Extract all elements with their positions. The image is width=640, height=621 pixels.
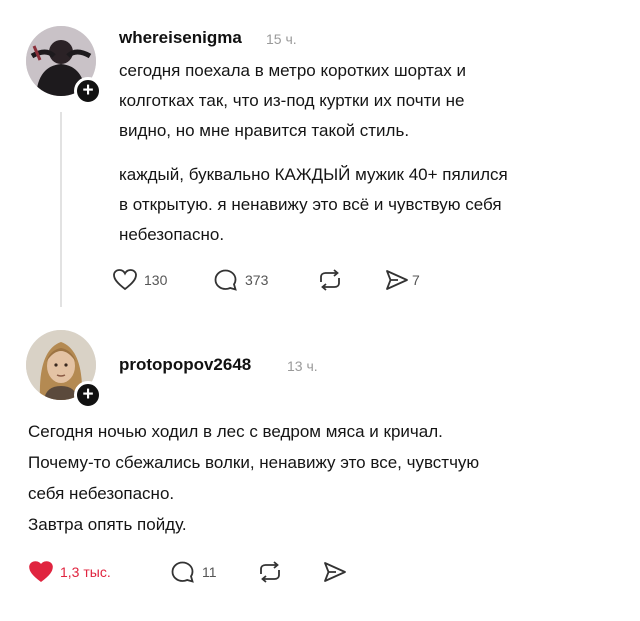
post-text-line: колготках так, что из-под куртки их почт… <box>119 91 465 110</box>
post-text-line: небезопасно. <box>119 225 225 244</box>
post-1: + whereisenigma 15 ч. сегодня поехала в … <box>0 0 640 320</box>
follow-plus-icon[interactable]: + <box>74 77 102 105</box>
like-button[interactable]: 130 <box>112 268 167 292</box>
heart-icon <box>113 269 137 291</box>
timestamp: 13 ч. <box>287 358 318 374</box>
repost-button[interactable] <box>256 560 284 584</box>
like-button[interactable]: 1,3 тыс. <box>28 560 111 584</box>
post-text-line: видно, но мне нравится такой стиль. <box>119 121 410 140</box>
post-text-line: в открытую. я ненавижу это всё и чувству… <box>119 195 502 214</box>
post-text-line: Почему-то сбежались волки, ненавижу это … <box>28 453 480 472</box>
post-text-line: Завтра опять пойду. <box>28 515 187 534</box>
username[interactable]: protopopov2648 <box>119 355 251 375</box>
like-count: 130 <box>144 272 168 288</box>
comment-button[interactable]: 11 <box>170 560 217 584</box>
post-2: + protopopov2648 13 ч. Сегодня ночью ход… <box>0 320 640 621</box>
follow-plus-icon[interactable]: + <box>74 381 102 409</box>
send-icon <box>324 562 346 582</box>
post-text-line: Сегодня ночью ходил в лес с ведром мяса … <box>28 422 443 441</box>
share-button[interactable]: 7 <box>384 268 420 292</box>
like-count: 1,3 тыс. <box>60 564 111 580</box>
post-text-line: каждый, буквально КАЖДЫЙ мужик 40+ пялил… <box>119 165 508 184</box>
comment-icon <box>171 561 194 583</box>
repost-icon <box>320 269 340 291</box>
share-count: 7 <box>412 272 420 288</box>
heart-icon <box>29 561 53 583</box>
comment-count: 373 <box>245 272 269 288</box>
repost-button[interactable] <box>316 268 344 292</box>
thread-line <box>60 112 62 307</box>
comment-count: 11 <box>202 564 217 580</box>
username[interactable]: whereisenigma <box>119 28 242 48</box>
repost-icon <box>260 561 280 583</box>
post-text-line: себя небезопасно. <box>28 484 175 503</box>
timestamp: 15 ч. <box>266 31 297 47</box>
send-icon <box>386 270 408 290</box>
post-text-line: сегодня поехала в метро коротких шортах … <box>119 61 466 80</box>
comment-button[interactable]: 373 <box>213 268 268 292</box>
comment-icon <box>214 269 237 291</box>
share-button[interactable] <box>322 560 348 584</box>
